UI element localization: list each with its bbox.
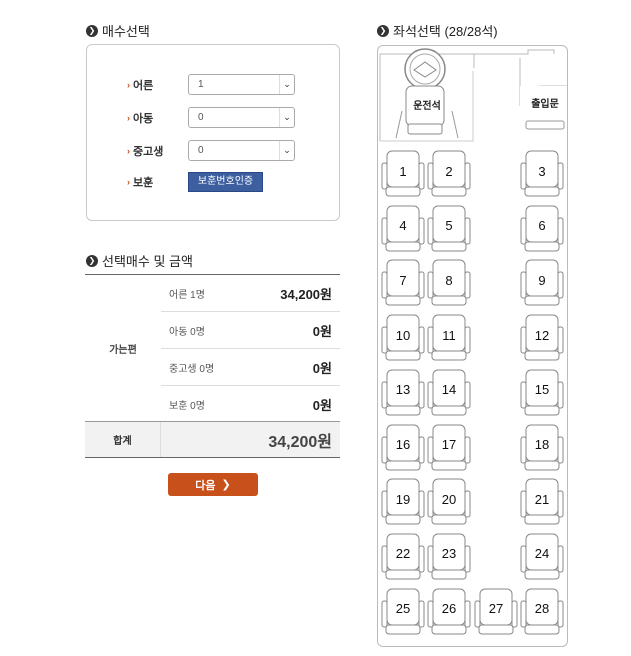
seat-number: 4 xyxy=(399,218,407,234)
next-button[interactable]: 다음 ❯ xyxy=(168,473,258,496)
arrow-circle-icon: ❯ xyxy=(86,24,98,37)
seat-5[interactable]: 5 xyxy=(427,204,471,254)
seat-number: 6 xyxy=(538,218,546,234)
table-row: 중고생 0명 0원 xyxy=(161,349,340,386)
seat-number: 3 xyxy=(538,163,546,179)
seat-20[interactable]: 20 xyxy=(427,477,471,527)
seat-3[interactable]: 3 xyxy=(520,149,564,199)
chevron-down-icon: ⌄ xyxy=(279,108,294,127)
seat-4[interactable]: 4 xyxy=(381,204,425,254)
seat-16[interactable]: 16 xyxy=(381,423,425,473)
summary-section-title: ❯ 선택매수 및 금액 xyxy=(86,251,193,270)
student-row: › 중고생 0 ⌄ xyxy=(127,140,295,161)
chevron-right-icon: › xyxy=(127,112,130,123)
total-label: 합계 xyxy=(85,422,161,457)
seat-number: 22 xyxy=(395,546,411,562)
seat-number: 12 xyxy=(534,327,550,343)
seat-number: 19 xyxy=(395,491,411,507)
seat-15[interactable]: 15 xyxy=(520,368,564,418)
seat-number: 7 xyxy=(399,272,407,288)
table-row: 보훈 0명 0원 xyxy=(169,398,332,413)
seat-number: 26 xyxy=(441,601,457,617)
seat-8[interactable]: 8 xyxy=(427,258,471,308)
table-row: 아동 0명 0원 xyxy=(161,312,340,349)
seat-11[interactable]: 11 xyxy=(427,313,471,363)
count-selection-box: › 어른 1 ⌄ › 아동 0 ⌄ › 중고생 0 ⌄ › 보훈 보훈번호인증 xyxy=(86,44,340,221)
seat-27[interactable]: 27 xyxy=(474,587,518,637)
seat-number: 10 xyxy=(395,327,411,343)
seat-number: 9 xyxy=(538,272,546,288)
seat-18[interactable]: 18 xyxy=(520,423,564,473)
table-row: 어른 1명 34,200원 xyxy=(161,275,340,312)
seat-number: 18 xyxy=(534,437,550,452)
seat-number: 16 xyxy=(395,437,411,452)
driver-seat-label: 운전석 xyxy=(413,101,441,112)
seat-number: 11 xyxy=(442,327,456,343)
seat-number: 23 xyxy=(441,546,457,562)
seat-1[interactable]: 1 xyxy=(381,149,425,199)
seat-number: 8 xyxy=(445,272,453,288)
chevron-right-icon: ❯ xyxy=(221,479,231,491)
seat-number: 21 xyxy=(534,491,550,507)
total-row: 합계 34,200원 xyxy=(85,421,340,458)
door-label: 출입문 xyxy=(531,99,559,110)
seat-7[interactable]: 7 xyxy=(381,258,425,308)
chevron-right-icon: › xyxy=(127,79,130,90)
seat-13[interactable]: 13 xyxy=(381,368,425,418)
seat-number: 5 xyxy=(445,218,453,234)
seat-24[interactable]: 24 xyxy=(520,532,564,582)
seat-number: 25 xyxy=(395,601,411,617)
seat-number: 2 xyxy=(445,163,453,179)
seat-number: 17 xyxy=(441,437,457,452)
child-count-select[interactable]: 0 ⌄ xyxy=(188,107,295,128)
seat-19[interactable]: 19 xyxy=(381,477,425,527)
seat-number: 20 xyxy=(441,491,457,507)
route-label: 가는편 xyxy=(109,345,137,356)
bus-seat-map: 운전석 출입문 1 2 3 4 5 6 7 8 9 10 11 12 13 14 15 16 17 18 19 20 2… xyxy=(377,45,568,647)
seat-21[interactable]: 21 xyxy=(520,477,564,527)
seat-25[interactable]: 25 xyxy=(381,587,425,637)
summary-table: 가는편 어른 1명 34,200원 아동 0명 0원 중고생 0명 0원 보훈 … xyxy=(85,274,340,422)
chevron-right-icon: › xyxy=(127,177,130,187)
count-section-title: ❯ 매수선택 xyxy=(86,21,150,40)
seat-number: 24 xyxy=(534,546,550,562)
seat-section-title: ❯ 좌석선택 (28/28석) xyxy=(377,21,498,40)
total-amount: 34,200원 xyxy=(161,422,340,457)
seat-9[interactable]: 9 xyxy=(520,258,564,308)
seat-number: 15 xyxy=(534,382,550,398)
chevron-down-icon: ⌄ xyxy=(279,75,294,94)
arrow-circle-icon: ❯ xyxy=(377,24,389,37)
chevron-right-icon: › xyxy=(127,145,130,156)
seat-22[interactable]: 22 xyxy=(381,532,425,582)
seat-number: 14 xyxy=(441,382,457,398)
adult-row: › 어른 1 ⌄ xyxy=(127,74,295,95)
seat-17[interactable]: 17 xyxy=(427,423,471,473)
child-row: › 아동 0 ⌄ xyxy=(127,107,295,128)
seat-6[interactable]: 6 xyxy=(520,204,564,254)
seat-12[interactable]: 12 xyxy=(520,313,564,363)
arrow-circle-icon: ❯ xyxy=(86,254,98,267)
adult-count-select[interactable]: 1 ⌄ xyxy=(188,74,295,95)
seat-23[interactable]: 23 xyxy=(427,532,471,582)
chevron-down-icon: ⌄ xyxy=(279,141,294,160)
seat-10[interactable]: 10 xyxy=(381,313,425,363)
veteran-row: › 보훈 보훈번호인증 xyxy=(127,172,263,192)
seat-26[interactable]: 26 xyxy=(427,587,471,637)
seat-number: 13 xyxy=(395,382,411,398)
veteran-cert-button[interactable]: 보훈번호인증 xyxy=(188,172,263,192)
seat-14[interactable]: 14 xyxy=(427,368,471,418)
seat-28[interactable]: 28 xyxy=(520,587,564,637)
seat-number: 27 xyxy=(488,601,504,617)
seat-number: 1 xyxy=(399,163,407,179)
seat-number: 28 xyxy=(534,601,550,617)
student-count-select[interactable]: 0 ⌄ xyxy=(188,140,295,161)
seat-2[interactable]: 2 xyxy=(427,149,471,199)
